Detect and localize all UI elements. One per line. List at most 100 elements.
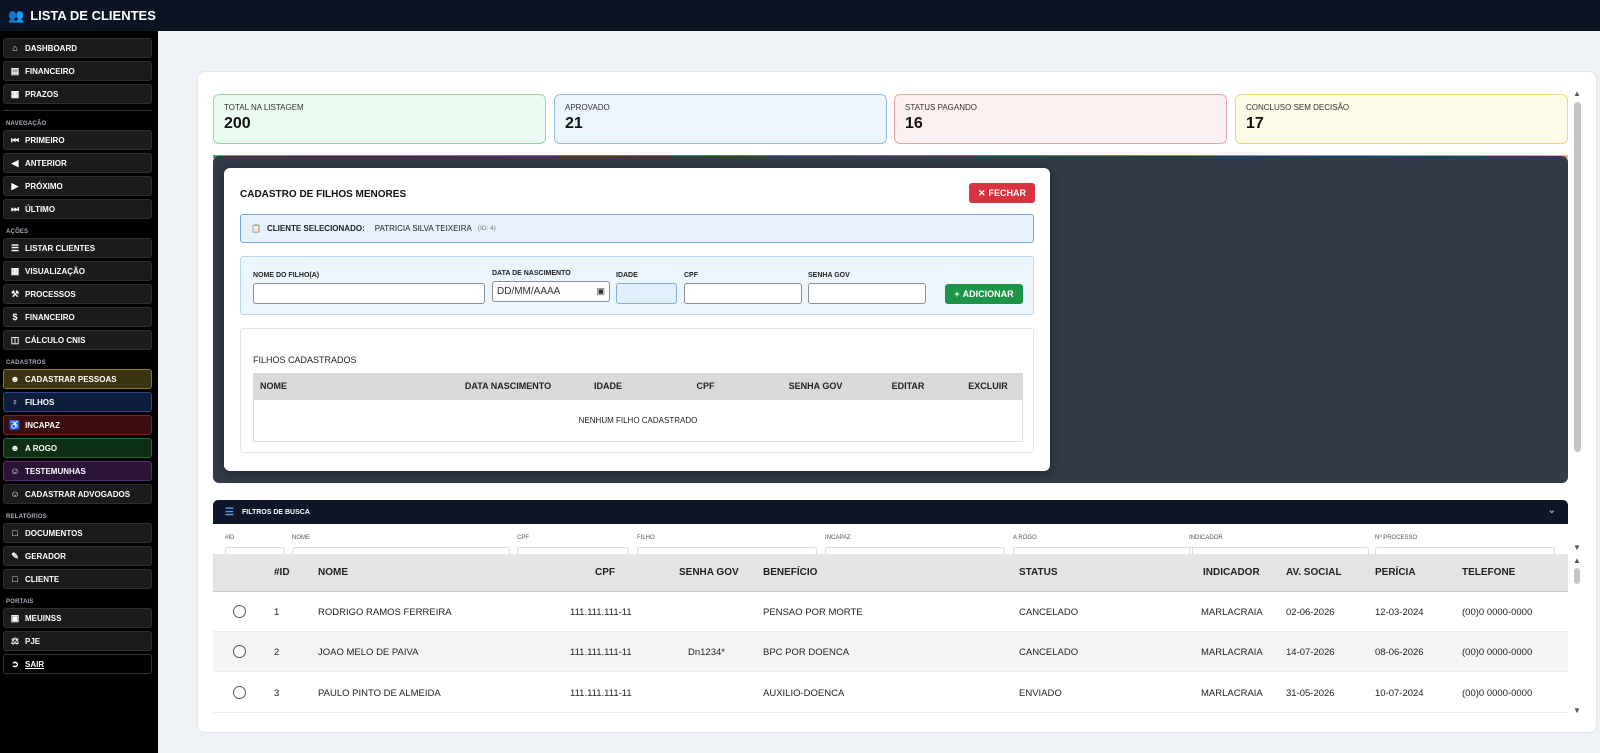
column-header: DATA NASCIMENTO (464, 381, 552, 391)
add-button[interactable]: + ADICIONAR (945, 284, 1023, 304)
sidebar-item-cadastrar-pessoas[interactable]: ☻ CADASTRAR PESSOAS (3, 369, 152, 389)
nasc-placeholder: DD/MM/AAAA (497, 286, 561, 297)
file-icon: □ (12, 528, 18, 538)
table-row[interactable]: 2 JOAO MELO DE PAIVA 111.111.111-11 Dn1234*… (213, 632, 1568, 672)
column-header: PERÍCIA (1375, 567, 1416, 578)
sidebar-item-pr-ximo[interactable]: ▶ PRÓXIMO (3, 176, 152, 196)
list-icon: ☰ (10, 242, 20, 253)
idade-label: IDADE (616, 272, 638, 279)
sidebar-item-label: LISTAR CLIENTES (25, 243, 96, 253)
client-label: CLIENTE SELECIONADO: (266, 224, 365, 233)
scroll-down-icon[interactable]: ▼ (1573, 543, 1581, 552)
stat-value: 21 (565, 115, 583, 132)
column-header: CPF (595, 567, 615, 578)
senha-input[interactable] (808, 283, 926, 304)
scroll-down-icon-2[interactable]: ▼ (1573, 706, 1581, 715)
sidebar-item-a-rogo[interactable]: ☻ A ROGO (3, 438, 152, 458)
children-table-header: NOME DATA NASCIMENTO IDADE CPF SENHA GOV EDIT… (253, 373, 1023, 399)
stat-label: CONCLUSO SEM DECISÃO (1246, 103, 1350, 112)
cell-telefone: (00)0 0000-0000 (1462, 688, 1533, 699)
stat-value: 200 (224, 115, 251, 132)
scroll-up-icon-2[interactable]: ▲ (1573, 556, 1581, 565)
home-icon: ⌂ (12, 43, 18, 53)
sidebar-item-financeiro[interactable]: $ FINANCEIRO (3, 307, 152, 327)
sidebar-item-documentos[interactable]: □ DOCUMENTOS (3, 523, 152, 543)
sidebar-item-meuinss[interactable]: ▣ MEUINSS (3, 608, 152, 628)
last-icon: ⏭ (10, 203, 20, 214)
calendar-icon: ▦ (10, 88, 20, 99)
column-header: AV. SOCIAL (1286, 567, 1342, 578)
sidebar-item-cliente[interactable]: □ CLIENTE (3, 569, 152, 589)
sidebar-item-label: CADASTRAR PESSOAS (25, 374, 117, 384)
cell-nome: PAULO PINTO DE ALMEIDA (318, 688, 441, 699)
clients-table-header: #ID NOME CPF SENHA GOV BENEFÍCIO STATUS INDICA… (213, 554, 1568, 592)
sidebar-item-cadastrar-advogados[interactable]: ☺ CADASTRAR ADVOGADOS (3, 484, 152, 504)
nome-input[interactable] (253, 283, 485, 304)
wheelchair-icon: ♿ (9, 419, 21, 430)
sidebar-item-gerador[interactable]: ✎ GERADOR (3, 546, 152, 566)
sidebar-item-label: VISUALIZAÇÃO (25, 266, 85, 276)
row-radio[interactable] (233, 686, 246, 699)
sidebar-item-label: A ROGO (25, 443, 58, 453)
cell-beneficio: BPC POR DOENCA (763, 647, 850, 658)
sidebar-item-primeiro[interactable]: ⏮ PRIMEIRO (3, 130, 152, 150)
filter-label: Nº PROCESSO (1375, 535, 1418, 541)
cell-beneficio: AUXILIO-DOENCA (763, 688, 845, 699)
sidebar-item-visualiza-o[interactable]: ▦ VISUALIZAÇÃO (3, 261, 152, 281)
filter-label: INCAPAZ (825, 535, 851, 541)
filters-bar[interactable]: ☰ FILTROS DE BUSCA ⌄ (213, 500, 1568, 524)
sidebar-item-testemunhas[interactable]: ☺ TESTEMUNHAS (3, 461, 152, 481)
sidebar-item-listar-clientes[interactable]: ☰ LISTAR CLIENTES (3, 238, 152, 258)
row-radio[interactable] (233, 645, 246, 658)
scrollbar[interactable] (1574, 102, 1581, 452)
selected-client: 📋 CLIENTE SELECIONADO: PATRICIA SILVA TE… (240, 214, 1034, 243)
column-header: #ID (274, 567, 290, 578)
column-header: TELEFONE (1462, 567, 1516, 578)
logout-button[interactable]: ➲ SAIR (3, 654, 152, 674)
row-radio[interactable] (233, 605, 246, 618)
first-icon: ⏮ (10, 134, 20, 145)
nasc-input[interactable]: DD/MM/AAAA ▣ (492, 281, 610, 302)
calendar-icon[interactable]: ▣ (596, 286, 605, 297)
sidebar-item-label: ANTERIOR (25, 158, 67, 168)
cell-telefone: (00)0 0000-0000 (1462, 607, 1533, 618)
cell-av-social: 31-05-2026 (1286, 688, 1335, 699)
sidebar-item-anterior[interactable]: ◀ ANTERIOR (3, 153, 152, 173)
sliders-icon: ☰ (225, 506, 234, 518)
stat-label: APROVADO (565, 103, 610, 112)
table-row[interactable]: 1 RODRIGO RAMOS FERREIRA 111.111.111-11 PEN… (213, 592, 1568, 632)
filter-label: FILHO (637, 535, 655, 541)
chevron-down-icon[interactable]: ⌄ (1548, 505, 1556, 516)
sidebar-item-pje[interactable]: ⚖ PJE (3, 631, 152, 651)
sidebar-item-processos[interactable]: ⚒ PROCESSOS (3, 284, 152, 304)
sidebar-item-dashboard[interactable]: ⌂ DASHBOARD (3, 38, 152, 58)
sidebar: ⌂ DASHBOARD ▤ FINANCEIRO ▦ PRAZOS NAVEGAÇÃO ⏮ PR… (0, 31, 158, 753)
children-modal: CADASTRO DE FILHOS MENORES ✕ FECHAR 📋 CL… (224, 168, 1050, 471)
calculator-icon: ◫ (10, 334, 20, 345)
stat-card: APROVADO 21 (554, 94, 887, 144)
sidebar-item-financeiro[interactable]: ▤ FINANCEIRO (3, 61, 152, 81)
cell-av-social: 14-07-2026 (1286, 647, 1335, 658)
close-button[interactable]: ✕ FECHAR (969, 183, 1035, 203)
cell-nome: JOAO MELO DE PAIVA (318, 647, 419, 658)
filter-label: CPF (517, 535, 529, 541)
idade-input[interactable] (616, 283, 677, 304)
sidebar-item-c-lculo-cnis[interactable]: ◫ CÁLCULO CNIS (3, 330, 152, 350)
scroll-up-icon[interactable]: ▲ (1573, 89, 1581, 98)
stat-label: TOTAL NA LISTAGEM (224, 103, 304, 112)
table-row[interactable]: 3 PAULO PINTO DE ALMEIDA 111.111.111-11 AUX… (213, 673, 1568, 713)
sidebar-item-incapaz[interactable]: ♿ INCAPAZ (3, 415, 152, 435)
list-title: FILHOS CADASTRADOS (253, 355, 357, 365)
scrollbar-2[interactable] (1574, 568, 1580, 584)
scale-icon: ⚖ (10, 635, 20, 646)
top-bar: 👥 LISTA DE CLIENTES (0, 0, 1600, 31)
sidebar-item-filhos[interactable]: ♀ FILHOS (3, 392, 152, 412)
cell-telefone: (00)0 0000-0000 (1462, 647, 1533, 658)
sidebar-item-label: DASHBOARD (25, 43, 77, 53)
sidebar-item-prazos[interactable]: ▦ PRAZOS (3, 84, 152, 104)
cpf-input[interactable] (684, 283, 802, 304)
cell-pericia: 08-06-2026 (1375, 647, 1424, 658)
user-icon: ☺ (10, 489, 20, 499)
cell-cpf: 111.111.111-11 (570, 607, 632, 618)
sidebar-item--ltimo[interactable]: ⏭ ÚLTIMO (3, 199, 152, 219)
